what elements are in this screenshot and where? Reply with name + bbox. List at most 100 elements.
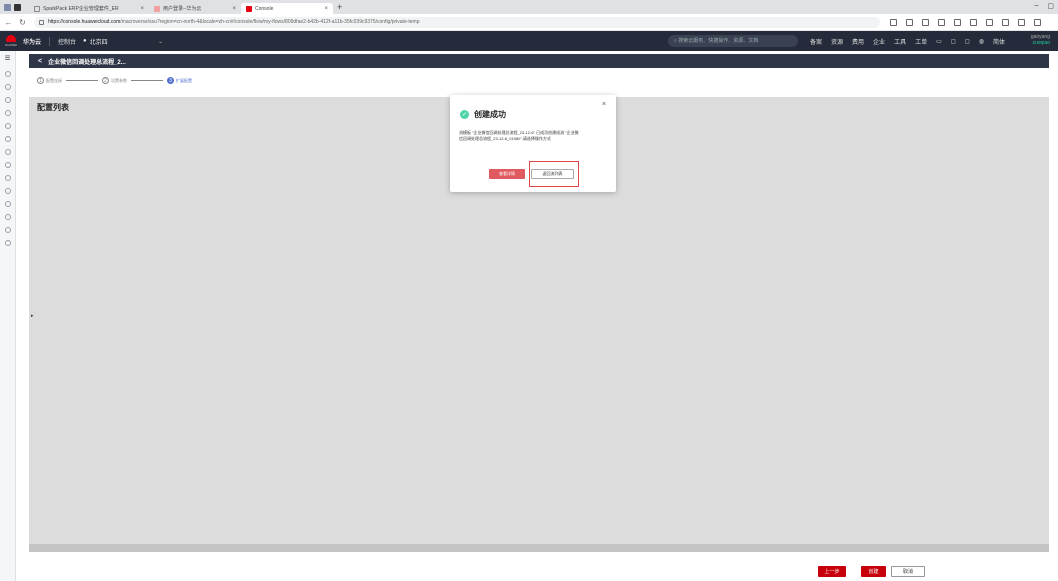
view-details-button[interactable]: 查看详情 xyxy=(489,169,525,179)
step-extended-config: 3 扩展配置 xyxy=(167,77,192,84)
create-button[interactable]: 创建 xyxy=(861,566,886,577)
top-menu-item[interactable]: 企业 xyxy=(873,37,885,46)
workspaces-icon[interactable] xyxy=(14,3,21,11)
previous-step-button[interactable]: 上一步 xyxy=(818,566,846,577)
service-icon[interactable] xyxy=(0,236,16,249)
service-icon[interactable] xyxy=(0,145,16,158)
service-icon[interactable] xyxy=(0,197,16,210)
step-set-parameters: 2 设置参数 xyxy=(102,77,127,84)
message-icon[interactable]: ◻ xyxy=(965,38,970,45)
service-icon[interactable] xyxy=(0,184,16,197)
left-service-rail: ≡ xyxy=(0,51,16,581)
profile-icon[interactable] xyxy=(4,3,11,11)
username-sub: zuoqiao xyxy=(1032,40,1050,46)
huawei-logo-icon xyxy=(6,35,16,42)
console-top-nav: HUAWEI 华为云 控制台 ● 北京四 ⌄ ⌕ 搜索云服务、快捷操作、资源、文… xyxy=(0,31,1058,51)
back-arrow-icon[interactable]: ← xyxy=(3,18,14,27)
url-input[interactable]: https://console.huaweicloud.com /macrove… xyxy=(34,16,880,28)
chevron-down-icon: ⌄ xyxy=(158,38,164,45)
back-button[interactable]: < xyxy=(38,58,42,65)
extension-icon[interactable] xyxy=(1034,18,1041,26)
extension-icon[interactable] xyxy=(1018,18,1025,26)
footer-actions: 上一步 创建 取消 xyxy=(29,552,1049,581)
dialog-title-text: 创建成功 xyxy=(474,110,506,119)
extension-icon[interactable] xyxy=(986,18,993,26)
top-menu: 备案 资源 费用 企业 工具 工单 ▭ ◻ ◻ ◍ 简体 xyxy=(810,31,1005,51)
console-link[interactable]: 控制台 xyxy=(58,37,76,46)
step-connector xyxy=(66,80,98,81)
annotation-highlight-box xyxy=(529,161,579,187)
browser-extensions xyxy=(890,18,1041,26)
top-menu-item[interactable]: 工单 xyxy=(915,37,927,46)
top-menu-item[interactable]: 备案 xyxy=(810,37,822,46)
page-subheader: < 企业微信回调处理总流程_2... xyxy=(29,54,1049,68)
service-icon[interactable] xyxy=(0,106,16,119)
section-title: 配置列表 xyxy=(37,103,69,112)
page-title: 企业微信回调处理总流程_2... xyxy=(48,59,126,66)
page-icon xyxy=(34,5,40,12)
extension-icon[interactable] xyxy=(970,18,977,26)
extension-icon[interactable] xyxy=(890,18,897,26)
service-icon[interactable] xyxy=(0,93,16,106)
notification-icon[interactable]: ◻ xyxy=(951,38,956,45)
browser-tab-console[interactable]: Console × xyxy=(241,3,333,14)
extension-icon[interactable] xyxy=(954,18,961,26)
screen-icon[interactable]: ▭ xyxy=(936,38,942,45)
new-tab-button[interactable]: + xyxy=(337,2,342,14)
global-search-input[interactable]: ⌕ 搜索云服务、快捷操作、资源、文档 xyxy=(668,35,798,47)
step-label: 扩展配置 xyxy=(176,77,192,83)
step-label: 设置参数 xyxy=(111,77,127,83)
huawei-favicon xyxy=(246,5,252,12)
cancel-button[interactable]: 取消 xyxy=(891,566,925,577)
user-account[interactable]: gaoyang zuoqiao xyxy=(1031,34,1050,46)
hamburger-menu-icon[interactable]: ≡ xyxy=(0,51,15,67)
expand-caret-icon[interactable]: ▸ xyxy=(31,313,34,319)
step-number: 1 xyxy=(37,77,44,84)
search-placeholder: 搜索云服务、快捷操作、资源、文档 xyxy=(678,38,759,44)
top-menu-item[interactable]: 资源 xyxy=(831,37,843,46)
service-icon[interactable] xyxy=(0,67,16,80)
globe-icon[interactable]: ◍ xyxy=(979,38,984,45)
service-icon[interactable] xyxy=(0,158,16,171)
browser-tab-login[interactable]: 用户登录--华为云 × xyxy=(149,3,241,14)
tab-close-icon[interactable]: × xyxy=(140,6,144,12)
extension-icon[interactable] xyxy=(906,18,913,26)
language-label[interactable]: 简体 xyxy=(993,37,1005,46)
minimize-button[interactable]: – xyxy=(1034,2,1038,10)
brand-label[interactable]: 华为云 xyxy=(23,37,41,46)
browser-profile-controls xyxy=(0,0,21,14)
tab-close-icon[interactable]: × xyxy=(324,6,328,12)
region-selector[interactable]: ● 北京四 ⌄ xyxy=(83,37,163,46)
browser-address-bar: ← ↻ https://console.huaweicloud.com /mac… xyxy=(0,14,1058,31)
top-menu-item[interactable]: 费用 xyxy=(852,37,864,46)
browser-tab-sparkpack[interactable]: SparkPack ERP企业管理套件_ER × xyxy=(29,3,149,14)
service-icon[interactable] xyxy=(0,80,16,93)
step-number: 2 xyxy=(102,77,109,84)
tab-label: SparkPack ERP企业管理套件_ER xyxy=(43,6,119,12)
service-icon[interactable] xyxy=(0,223,16,236)
window-controls: – ▢ xyxy=(1034,2,1054,10)
tab-label: 用户登录--华为云 xyxy=(163,6,202,12)
service-icon[interactable] xyxy=(0,171,16,184)
favorites-icon[interactable] xyxy=(938,18,945,26)
reload-icon[interactable]: ↻ xyxy=(17,18,28,27)
huawei-logo[interactable]: HUAWEI xyxy=(3,33,19,49)
huawei-favicon xyxy=(154,5,160,12)
service-icon[interactable] xyxy=(0,210,16,223)
service-icon[interactable] xyxy=(0,119,16,132)
tab-label: Console xyxy=(255,5,274,12)
dialog-title: ✓ 创建成功 xyxy=(460,109,506,120)
step-configure-connection: 1 配置连接 xyxy=(37,77,62,84)
restore-button[interactable]: ▢ xyxy=(1047,2,1054,10)
browser-tab-bar: SparkPack ERP企业管理套件_ER × 用户登录--华为云 × Con… xyxy=(0,0,1058,14)
collections-icon[interactable] xyxy=(1002,18,1009,26)
tab-close-icon[interactable]: × xyxy=(232,6,236,12)
step-number: 3 xyxy=(167,77,174,84)
check-circle-icon: ✓ xyxy=(460,110,469,119)
top-menu-item[interactable]: 工具 xyxy=(894,37,906,46)
service-icon[interactable] xyxy=(0,132,16,145)
extension-icon[interactable] xyxy=(922,18,929,26)
lock-icon xyxy=(39,19,44,25)
close-icon[interactable]: × xyxy=(602,101,606,108)
wizard-steps: 1 配置连接 2 设置参数 3 扩展配置 xyxy=(37,77,192,84)
